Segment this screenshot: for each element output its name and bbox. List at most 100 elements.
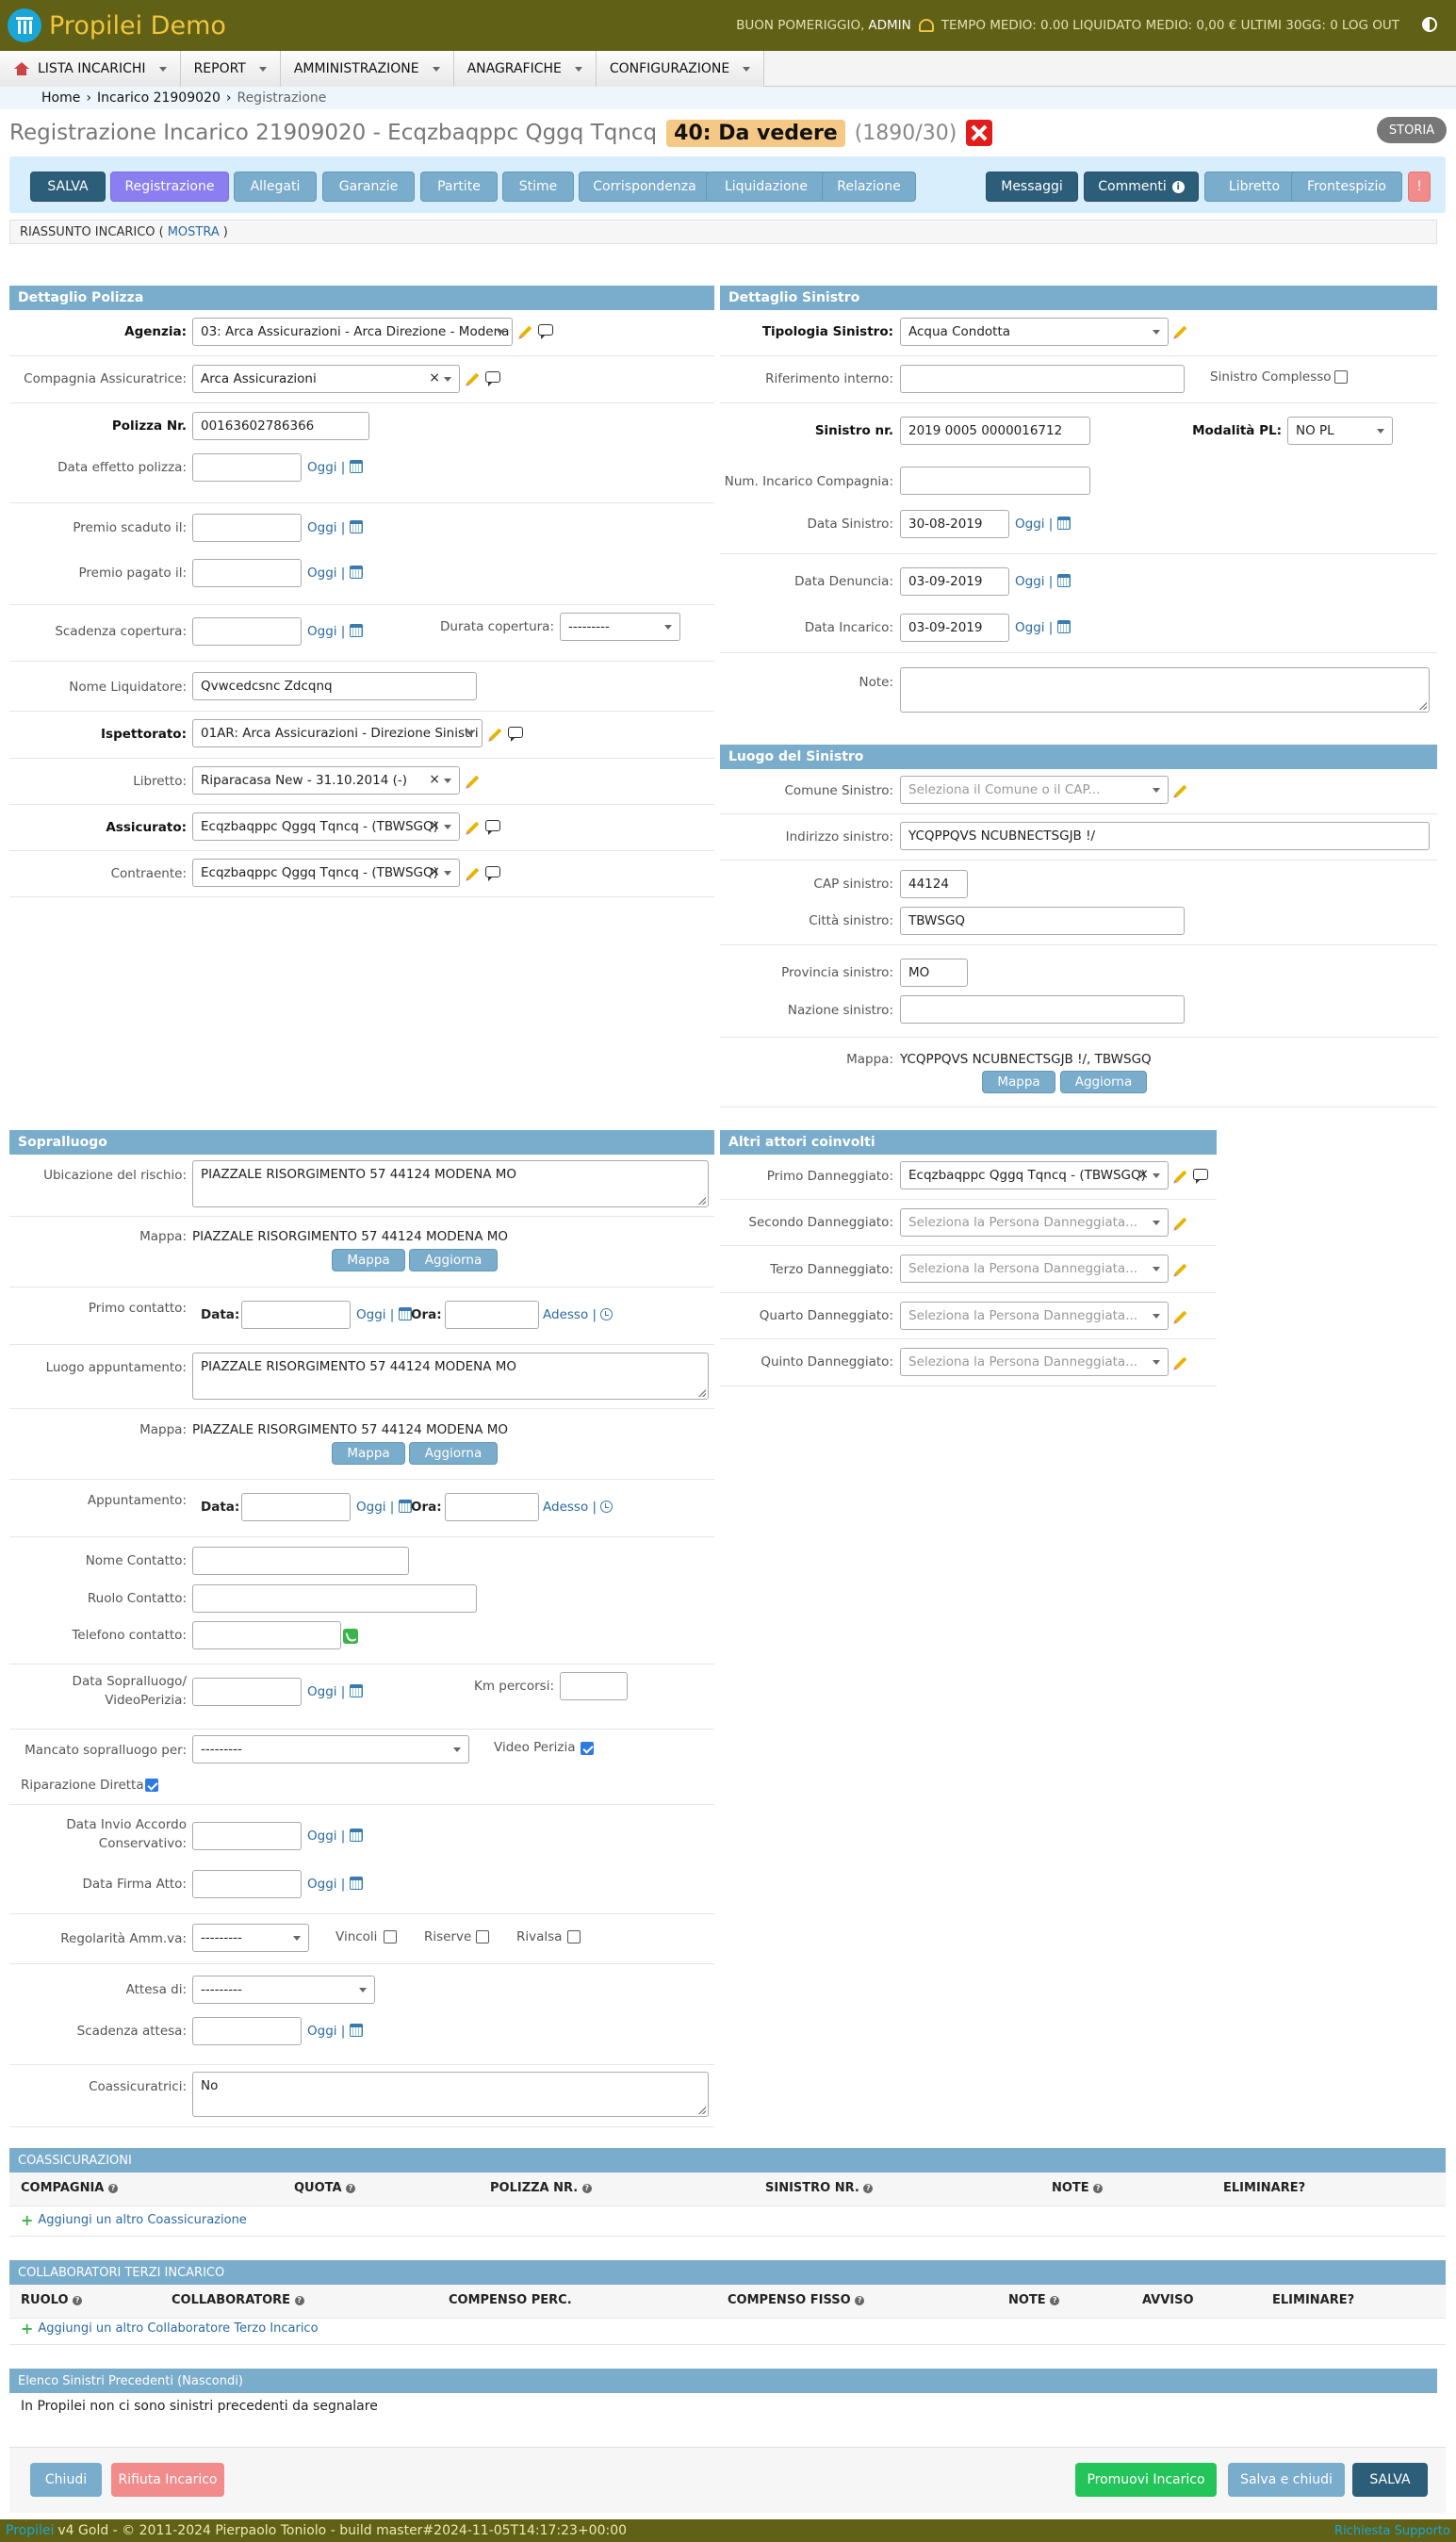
pencil-icon[interactable] [1174,1263,1187,1276]
salva-bottom-button[interactable]: SALVA [1352,2463,1428,2497]
citta-input[interactable]: TBWSGQ [900,907,1185,935]
calendar-icon[interactable] [349,1684,363,1697]
aggiorna-button[interactable]: Aggiorna [409,1442,498,1465]
oggi-link[interactable]: Oggi | [1015,620,1071,635]
contraente-select[interactable]: Ecqzbaqppc Qggq Tqncq - (TBWSGQ) × [192,859,460,887]
appuntamento-ora-input[interactable] [445,1493,539,1521]
bell-icon[interactable] [918,19,934,32]
adesso-link[interactable]: Adesso | [543,1500,613,1515]
chat-icon[interactable] [485,820,500,835]
calendar-icon[interactable] [349,1877,363,1890]
num-incarico-input[interactable] [900,467,1090,495]
libretto-button[interactable]: Libretto [1204,172,1304,202]
clear-icon[interactable]: × [429,864,440,879]
calendar-icon[interactable] [349,520,363,533]
regolarita-select[interactable]: --------- [192,1924,309,1952]
chat-icon[interactable] [508,727,523,742]
salva-chiudi-button[interactable]: Salva e chiudi [1228,2463,1345,2497]
rifiuta-button[interactable]: Rifiuta Incarico [111,2463,224,2497]
quarto-danneggiato-select[interactable]: Seleziona la Persona Danneggiata... [900,1302,1169,1330]
scadenza-attesa-input[interactable] [192,2017,302,2045]
riserve-checkbox[interactable] [476,1930,489,1943]
richiesta-supporto-link[interactable]: Richiesta Supporto [1334,2519,1450,2542]
calendar-icon[interactable] [1056,517,1071,530]
user-name[interactable]: ADMIN [868,18,910,33]
salva-button[interactable]: SALVA [30,172,106,202]
menu-report[interactable]: REPORT [180,51,281,87]
messaggi-button[interactable]: Messaggi [986,172,1078,202]
clear-icon[interactable]: × [429,370,440,385]
denuncia-input[interactable]: 03-09-2019 [900,567,1009,596]
riferimento-input[interactable] [900,365,1185,393]
tab-corrispondenza[interactable]: Corrispondenza [579,172,711,202]
primo-danneggiato-select[interactable]: Ecqzbaqppc Qggq Tqncq - (TBWSGQ) × [900,1161,1169,1189]
data-incarico-input[interactable]: 03-09-2019 [900,614,1009,642]
mappa-button[interactable]: Mappa [332,1442,405,1465]
clear-icon[interactable]: × [429,772,440,787]
tab-partite[interactable]: Partite [420,172,498,202]
tab-relazione[interactable]: Relazione [822,172,916,202]
vincoli-checkbox[interactable] [384,1930,397,1943]
pencil-icon[interactable] [1174,784,1187,797]
mappa-button[interactable]: Mappa [982,1071,1055,1093]
calendar-icon[interactable] [349,1829,363,1842]
brand[interactable]: Propilei Demo [8,7,226,44]
calendar-icon[interactable] [349,624,363,637]
calendar-icon[interactable] [1056,620,1071,633]
promuovi-button[interactable]: Promuovi Incarico [1075,2463,1217,2497]
commenti-button[interactable]: Commenti i [1084,172,1199,202]
scaduto-input[interactable] [192,514,302,542]
appuntamento-data-input[interactable] [241,1493,351,1521]
tab-liquidazione[interactable]: Liquidazione [706,172,826,202]
chat-icon[interactable] [485,866,500,881]
primo-contatto-ora-input[interactable] [445,1301,539,1329]
ispettorato-select[interactable]: 01AR: Arca Assicurazioni - Direzione Sin… [192,719,483,747]
sinistro-nr-input[interactable]: 2019 0005 0000016712 [900,417,1090,445]
pencil-icon[interactable] [466,775,480,788]
chat-icon[interactable] [485,371,500,386]
footer-brand[interactable]: Propilei [6,2523,54,2538]
polizza-input[interactable]: 00163602786366 [192,412,369,440]
mappa-button[interactable]: Mappa [332,1249,405,1271]
oggi-link[interactable]: Oggi | [307,460,363,475]
assicurato-select[interactable]: Ecqzbaqppc Qggq Tqncq - (TBWSGQ) × [192,812,460,841]
video-perizia-checkbox[interactable] [581,1742,594,1755]
calendar-icon[interactable] [349,566,363,579]
comune-select[interactable]: Seleziona il Comune o il CAP... [900,776,1169,804]
oggi-link[interactable]: Oggi | [356,1500,412,1515]
pencil-icon[interactable] [466,867,480,880]
rivalsa-checkbox[interactable] [567,1930,581,1943]
tab-allegati[interactable]: Allegati [234,172,317,202]
alert-button[interactable]: ! [1408,172,1431,202]
nazione-input[interactable] [900,995,1185,1024]
accordo-input[interactable] [192,1822,302,1850]
chiudi-button[interactable]: Chiudi [30,2463,102,2497]
agenzia-select[interactable]: 03: Arca Assicurazioni - Arca Direzione … [192,318,513,346]
tab-garanzie[interactable]: Garanzie [322,172,415,202]
secondo-danneggiato-select[interactable]: Seleziona la Persona Danneggiata... [900,1208,1169,1237]
pencil-icon[interactable] [466,821,480,834]
cap-input[interactable]: 44124 [900,870,968,898]
tab-registrazione[interactable]: Registrazione [110,172,229,202]
menu-amministrazione[interactable]: AMMINISTRAZIONE [280,51,454,87]
pencil-icon[interactable] [1174,325,1187,338]
menu-lista-incarichi[interactable]: LISTA INCARICHI [0,51,181,87]
oggi-link[interactable]: Oggi | [356,1307,412,1322]
precedenti-header[interactable]: Elenco Sinistri Precedenti (Nascondi) [9,2369,1437,2393]
tab-stime[interactable]: Stime [502,172,574,202]
oggi-link[interactable]: Oggi | [307,1684,363,1699]
calendar-icon[interactable] [349,460,363,473]
calendar-icon[interactable] [398,1307,412,1320]
pencil-icon[interactable] [1174,1356,1187,1369]
logout-link[interactable]: LOG OUT [1342,18,1399,33]
aggiorna-button[interactable]: Aggiorna [1060,1071,1147,1093]
chat-icon[interactable] [538,324,553,339]
nome-contatto-input[interactable] [192,1547,409,1575]
calendar-icon[interactable] [349,2024,363,2037]
calendar-icon[interactable] [1056,574,1071,587]
effetto-input[interactable] [192,453,302,482]
attesa-select[interactable]: --------- [192,1976,375,2004]
clear-icon[interactable]: × [1137,1167,1149,1182]
menu-anagrafiche[interactable]: ANAGRAFICHE [453,51,597,87]
pencil-icon[interactable] [1174,1170,1187,1183]
